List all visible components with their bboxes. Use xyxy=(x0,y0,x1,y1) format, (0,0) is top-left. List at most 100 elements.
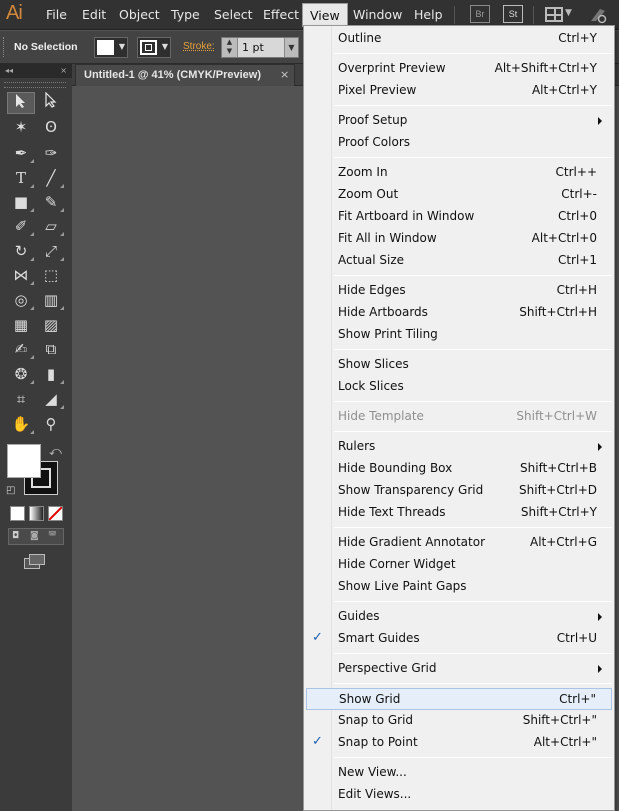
rectangle-tool-icon[interactable]: ■ xyxy=(7,191,35,213)
stroke-weight-field[interactable]: ▲ ▼ 1 pt ▼ xyxy=(221,37,299,58)
document-tab-title[interactable]: Untitled-1 @ 41% (CMYK/Preview) xyxy=(84,69,261,81)
eyedropper-tool-icon[interactable]: ✍ xyxy=(7,338,35,360)
menu-item-show-slices[interactable]: Show Slices xyxy=(306,354,612,376)
menu-item-fit-all-in-window[interactable]: Fit All in Window Alt+Ctrl+0 xyxy=(306,228,612,250)
menu-item-hide-corner-widget[interactable]: Hide Corner Widget xyxy=(306,554,612,576)
magic-wand-tool-icon[interactable]: ✶ xyxy=(7,116,35,138)
hand-tool-icon[interactable]: ✋ xyxy=(7,413,35,435)
type-tool-icon[interactable]: T xyxy=(7,167,35,189)
menu-item-zoom-out[interactable]: Zoom Out Ctrl+- xyxy=(306,184,612,206)
menu-item-show-print-tiling[interactable]: Show Print Tiling xyxy=(306,324,612,346)
menu-item-show-transparency-grid[interactable]: Show Transparency Grid Shift+Ctrl+D xyxy=(306,480,612,502)
menu-item-hide-edges[interactable]: Hide Edges Ctrl+H xyxy=(306,280,612,302)
menu-object[interactable]: Object xyxy=(119,7,160,22)
width-tool-icon[interactable]: ⋈ xyxy=(7,264,35,286)
draw-normal-icon[interactable]: ◘ xyxy=(12,531,19,541)
menu-item-show-live-paint-gaps[interactable]: Show Live Paint Gaps xyxy=(306,576,612,598)
menu-type[interactable]: Type xyxy=(171,7,200,22)
menu-edit[interactable]: Edit xyxy=(82,7,106,22)
scale-tool-icon[interactable]: ⤢ xyxy=(37,240,65,262)
stroke-label[interactable]: Stroke: xyxy=(183,41,215,52)
blend-tool-icon[interactable]: ⧉ xyxy=(37,338,65,360)
menu-item-smart-guides[interactable]: Smart Guides Ctrl+U ✓ xyxy=(306,628,612,650)
stroke-color-swatch[interactable]: ▼ xyxy=(137,37,171,58)
default-fill-stroke-icon[interactable]: ◰ xyxy=(6,485,18,497)
slice-tool-icon[interactable]: ◢ xyxy=(37,388,65,410)
menu-select[interactable]: Select xyxy=(214,7,253,22)
perspective-grid-tool-icon[interactable]: ▥ xyxy=(37,289,65,311)
menu-item-new-view[interactable]: New View... xyxy=(306,762,612,784)
lasso-tool-icon[interactable]: ʘ xyxy=(37,116,65,138)
menu-item-actual-size[interactable]: Actual Size Ctrl+1 xyxy=(306,250,612,272)
shape-builder-tool-icon[interactable]: ◎ xyxy=(7,289,35,311)
shaper-tool-icon[interactable]: ✐ xyxy=(7,215,35,237)
draw-behind-icon[interactable]: ◙ xyxy=(30,531,39,541)
panel-grip[interactable] xyxy=(4,82,66,88)
rotate-tool-icon[interactable]: ↻ xyxy=(7,240,35,262)
paintbrush-tool-icon[interactable]: ✎ xyxy=(37,191,65,213)
menu-item-proof-setup[interactable]: Proof Setup xyxy=(306,110,612,132)
menu-help[interactable]: Help xyxy=(414,7,443,22)
close-panel-icon[interactable]: × xyxy=(60,64,67,78)
close-icon[interactable]: × xyxy=(280,68,289,81)
fill-color-swatch[interactable]: ▼ xyxy=(94,37,128,58)
panel-grip[interactable] xyxy=(3,37,6,57)
workspace-switcher-icon[interactable] xyxy=(545,7,563,22)
menu-item-hide-bounding-box[interactable]: Hide Bounding Box Shift+Ctrl+B xyxy=(306,458,612,480)
menu-view[interactable]: View xyxy=(302,3,348,27)
gradient-mode-icon[interactable] xyxy=(29,506,44,521)
none-mode-icon[interactable] xyxy=(48,506,63,521)
menu-item-hide-gradient-annotator[interactable]: Hide Gradient Annotator Alt+Ctrl+G xyxy=(306,532,612,554)
menu-item-lock-slices[interactable]: Lock Slices xyxy=(306,376,612,398)
artboard-tool-icon[interactable]: ⌗ xyxy=(7,388,35,410)
color-mode-icon[interactable] xyxy=(10,506,25,521)
menu-window[interactable]: Window xyxy=(353,7,402,22)
document-tab[interactable]: Untitled-1 @ 41% (CMYK/Preview) × xyxy=(75,64,295,86)
draw-inside-icon[interactable]: ◚ xyxy=(48,531,57,541)
eraser-tool-icon[interactable]: ▱ xyxy=(37,215,65,237)
symbol-sprayer-tool-icon[interactable]: ❂ xyxy=(7,363,35,385)
menu-item-hide-text-threads[interactable]: Hide Text Threads Shift+Ctrl+Y xyxy=(306,502,612,524)
menu-item-show-grid[interactable]: Show Grid Ctrl+" xyxy=(306,688,612,710)
menu-item-zoom-in[interactable]: Zoom In Ctrl++ xyxy=(306,162,612,184)
menu-item-snap-to-point[interactable]: Snap to Point Alt+Ctrl+" ✓ xyxy=(306,732,612,754)
pen-tool-icon[interactable]: ✒ xyxy=(7,142,35,164)
selection-tool-icon[interactable] xyxy=(7,92,35,114)
menu-item-guides[interactable]: Guides xyxy=(306,606,612,628)
mesh-tool-icon[interactable]: ▦ xyxy=(7,314,35,336)
menu-effect[interactable]: Effect xyxy=(263,7,299,22)
menu-item-hide-artboards[interactable]: Hide Artboards Shift+Ctrl+H xyxy=(306,302,612,324)
menu-item-perspective-grid[interactable]: Perspective Grid xyxy=(306,658,612,680)
menu-item-pixel-preview[interactable]: Pixel Preview Alt+Ctrl+Y xyxy=(306,80,612,102)
stroke-spinner-icon[interactable]: ▲ ▼ xyxy=(222,38,238,57)
sync-settings-icon[interactable] xyxy=(588,6,608,24)
gradient-tool-icon[interactable]: ▨ xyxy=(37,314,65,336)
bridge-icon[interactable]: Br xyxy=(470,5,490,23)
fill-color-box[interactable] xyxy=(7,444,41,478)
chevron-down-icon[interactable]: ▼ xyxy=(565,8,572,18)
menu-item-overprint-preview[interactable]: Overprint Preview Alt+Shift+Ctrl+Y xyxy=(306,58,612,80)
panel-collapse-bar[interactable]: ◂◂ × xyxy=(0,64,72,78)
free-transform-tool-icon[interactable]: ⬚ xyxy=(37,264,65,286)
menu-item-fit-artboard-in-window[interactable]: Fit Artboard in Window Ctrl+0 xyxy=(306,206,612,228)
zoom-tool-icon[interactable]: ⚲ xyxy=(37,413,65,435)
menu-item-label: Hide Artboards xyxy=(338,305,428,319)
column-graph-tool-icon[interactable]: ▮ xyxy=(37,363,65,385)
menu-item-outline[interactable]: Outline Ctrl+Y xyxy=(306,28,612,50)
chevron-down-icon[interactable]: ▼ xyxy=(284,38,298,57)
menu-item-rulers[interactable]: Rulers xyxy=(306,436,612,458)
curvature-tool-icon[interactable]: ✑ xyxy=(37,142,65,164)
menu-file[interactable]: File xyxy=(46,7,67,22)
menu-item-edit-views[interactable]: Edit Views... xyxy=(306,784,612,806)
fill-color-preview xyxy=(97,40,114,55)
stroke-weight-value[interactable]: 1 pt xyxy=(242,41,264,54)
screen-mode-icon[interactable] xyxy=(24,554,46,570)
line-segment-tool-icon[interactable]: ╱ xyxy=(37,167,65,189)
direct-selection-tool-icon[interactable] xyxy=(37,91,65,114)
collapse-arrows-icon[interactable]: ◂◂ xyxy=(5,66,13,75)
menu-separator xyxy=(334,105,612,106)
swap-fill-stroke-icon[interactable]: ⤺ xyxy=(49,444,62,459)
menu-item-snap-to-grid[interactable]: Snap to Grid Shift+Ctrl+" xyxy=(306,710,612,732)
stock-icon[interactable]: St xyxy=(503,5,523,23)
menu-item-proof-colors[interactable]: Proof Colors xyxy=(306,132,612,154)
